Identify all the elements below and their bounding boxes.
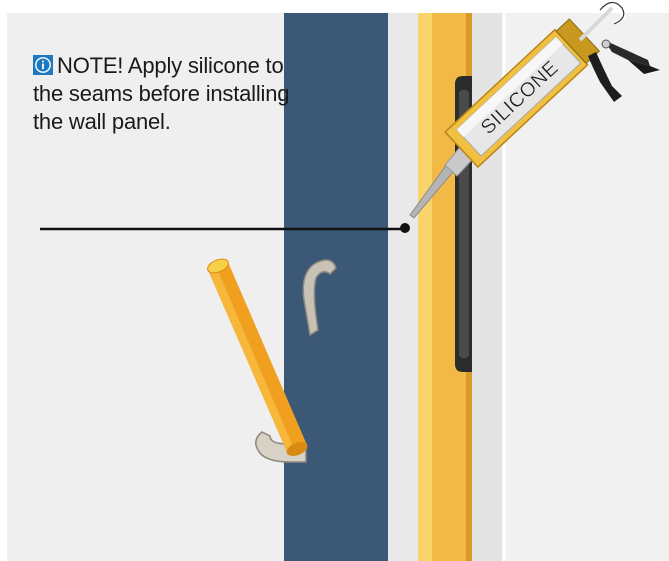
info-icon (33, 55, 53, 75)
note-text: NOTE! Apply silicone to the seams before… (33, 53, 290, 134)
pointer-dot (400, 223, 410, 233)
illustration: SILICONE NOTE! Apply silicone to the sea… (0, 0, 669, 561)
panel-gap (388, 13, 418, 561)
note-callout: NOTE! Apply silicone to the seams before… (33, 52, 303, 136)
yellow-strip-highlight (418, 13, 432, 561)
